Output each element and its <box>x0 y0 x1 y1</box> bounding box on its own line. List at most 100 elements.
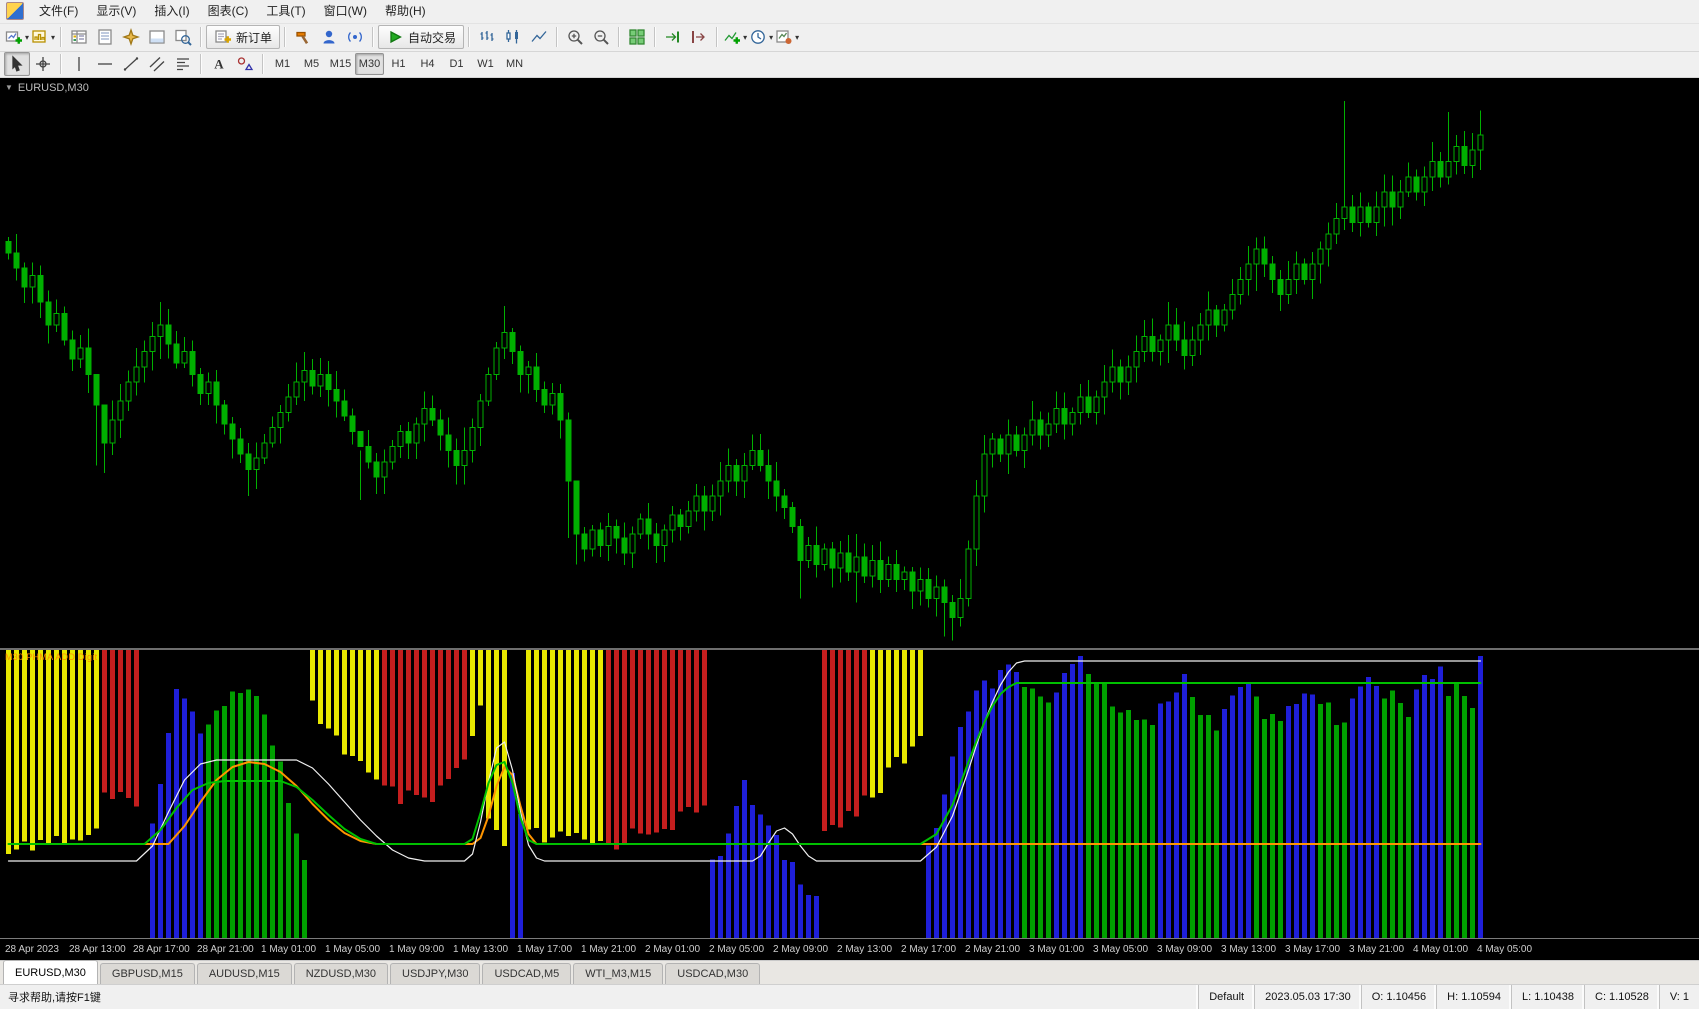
toolbar-separator <box>654 27 656 47</box>
time-axis-label: 28 Apr 13:00 <box>69 944 126 955</box>
menu-item-window[interactable]: 窗口(W) <box>315 0 376 22</box>
trendline-icon <box>122 55 140 73</box>
auto-scroll-icon <box>664 28 682 46</box>
time-axis-label: 3 May 09:00 <box>1157 944 1212 955</box>
time-axis-label: 3 May 13:00 <box>1221 944 1276 955</box>
fibonacci-button[interactable] <box>170 52 196 76</box>
cursor-button[interactable] <box>4 52 30 76</box>
time-axis-label: 1 May 13:00 <box>453 944 508 955</box>
menu-item-insert[interactable]: 插入(I) <box>145 0 198 22</box>
periods-button[interactable]: ▾ <box>748 25 774 49</box>
arrows-button[interactable] <box>232 52 258 76</box>
time-axis-label: 3 May 21:00 <box>1349 944 1404 955</box>
chart-candles-icon <box>504 28 522 46</box>
timeframe-M1[interactable]: M1 <box>268 53 297 75</box>
menu-bar: 文件(F)显示(V)插入(I)图表(C)工具(T)窗口(W)帮助(H) <box>0 0 1699 24</box>
profiles-button[interactable]: ▾ <box>30 25 56 49</box>
candle-chart-button[interactable] <box>500 25 526 49</box>
chart-tab-EURUSD-M30[interactable]: EURUSD,M30 <box>3 960 98 984</box>
menu-item-view[interactable]: 显示(V) <box>87 0 145 22</box>
timeframe-MN[interactable]: MN <box>500 53 529 75</box>
auto-trading-button[interactable]: 自动交易 <box>378 25 464 49</box>
chart-tab-AUDUSD-M15[interactable]: AUDUSD,M15 <box>197 963 292 984</box>
terminal-icon <box>148 28 166 46</box>
menu-item-help[interactable]: 帮助(H) <box>376 0 435 22</box>
chart-tab-GBPUSD-M15[interactable]: GBPUSD,M15 <box>100 963 195 984</box>
vertical-line-button[interactable] <box>66 52 92 76</box>
price-pane[interactable]: ▼ EURUSD,M30 <box>0 78 1699 648</box>
toolbar-separator <box>372 27 374 47</box>
cursor-icon <box>8 55 26 73</box>
trendline-button[interactable] <box>118 52 144 76</box>
timeframe-W1[interactable]: W1 <box>471 53 500 75</box>
metaeditor-button[interactable] <box>290 25 316 49</box>
data-window-button[interactable] <box>92 25 118 49</box>
channel-icon <box>148 55 166 73</box>
status-high: H: 1.10594 <box>1436 985 1511 1009</box>
templates-button[interactable]: ▾ <box>774 25 800 49</box>
time-axis-label: 2 May 21:00 <box>965 944 1020 955</box>
horizontal-line-button[interactable] <box>92 52 118 76</box>
new-order-button-label: 新订单 <box>236 29 272 46</box>
bar-chart-button[interactable] <box>474 25 500 49</box>
indicator-chart[interactable] <box>0 650 1699 938</box>
channel-button[interactable] <box>144 52 170 76</box>
chart-window[interactable]: ▼ EURUSD,M30 M30 PHMA ADD Digit 28 Apr 2… <box>0 78 1699 960</box>
svg-text:A: A <box>214 57 224 72</box>
new-chart-button[interactable]: ▾ <box>4 25 30 49</box>
toolbar-separator <box>716 27 718 47</box>
menu-item-file[interactable]: 文件(F) <box>30 0 87 22</box>
community-button[interactable] <box>316 25 342 49</box>
chart-tab-USDJPY-M30[interactable]: USDJPY,M30 <box>390 963 480 984</box>
line-chart-button[interactable] <box>526 25 552 49</box>
tile-windows-button[interactable] <box>624 25 650 49</box>
timeframe-D1[interactable]: D1 <box>442 53 471 75</box>
mobile-app-button[interactable] <box>342 25 368 49</box>
auto-trading-icon <box>386 28 404 46</box>
time-axis-label: 4 May 01:00 <box>1413 944 1468 955</box>
time-axis[interactable]: 28 Apr 202328 Apr 13:0028 Apr 17:0028 Ap… <box>0 938 1699 960</box>
time-axis-label: 1 May 09:00 <box>389 944 444 955</box>
chart-tab-USDCAD-M30[interactable]: USDCAD,M30 <box>665 963 760 984</box>
text-button[interactable]: A <box>206 52 232 76</box>
toolbar-separator <box>556 27 558 47</box>
auto-trading-button-label: 自动交易 <box>408 29 456 46</box>
strategy-tester-button[interactable] <box>170 25 196 49</box>
market-watch-button[interactable] <box>66 25 92 49</box>
zoom-in-button[interactable] <box>562 25 588 49</box>
zoom-out-icon <box>592 28 610 46</box>
auto-scroll-button[interactable] <box>660 25 686 49</box>
timeframe-M5[interactable]: M5 <box>297 53 326 75</box>
menu-item-charts[interactable]: 图表(C) <box>199 0 258 22</box>
indicator-label: M30 PHMA ADD Digit <box>5 652 97 662</box>
periods-icon <box>749 28 767 46</box>
chart-bars-icon <box>478 28 496 46</box>
menu-item-tools[interactable]: 工具(T) <box>257 0 314 22</box>
timeframe-M30[interactable]: M30 <box>355 53 384 75</box>
indicator-pane[interactable]: M30 PHMA ADD Digit <box>0 650 1699 938</box>
new-order-button[interactable]: 新订单 <box>206 25 280 49</box>
timeframe-M15[interactable]: M15 <box>326 53 355 75</box>
indicators-button[interactable]: ▾ <box>722 25 748 49</box>
toolbar-separator <box>262 54 264 74</box>
time-axis-label: 1 May 01:00 <box>261 944 316 955</box>
crosshair-button[interactable] <box>30 52 56 76</box>
terminal-button[interactable] <box>144 25 170 49</box>
time-axis-label: 1 May 17:00 <box>517 944 572 955</box>
templates-icon <box>775 28 793 46</box>
chart-tab-NZDUSD-M30[interactable]: NZDUSD,M30 <box>294 963 388 984</box>
chart-tabs: EURUSD,M30GBPUSD,M15AUDUSD,M15NZDUSD,M30… <box>0 960 1699 984</box>
chart-tab-USDCAD-M5[interactable]: USDCAD,M5 <box>482 963 571 984</box>
candlestick-chart[interactable] <box>0 78 1699 648</box>
time-axis-label: 3 May 17:00 <box>1285 944 1340 955</box>
text-icon: A <box>210 55 228 73</box>
navigator-button[interactable] <box>118 25 144 49</box>
timeframe-H1[interactable]: H1 <box>384 53 413 75</box>
market-watch-icon <box>70 28 88 46</box>
status-profile: Default <box>1198 985 1254 1009</box>
timeframe-H4[interactable]: H4 <box>413 53 442 75</box>
chart-shift-button[interactable] <box>686 25 712 49</box>
zoom-out-button[interactable] <box>588 25 614 49</box>
status-open: O: 1.10456 <box>1361 985 1436 1009</box>
chart-tab-WTI-M3-M15[interactable]: WTI_M3,M15 <box>573 963 663 984</box>
